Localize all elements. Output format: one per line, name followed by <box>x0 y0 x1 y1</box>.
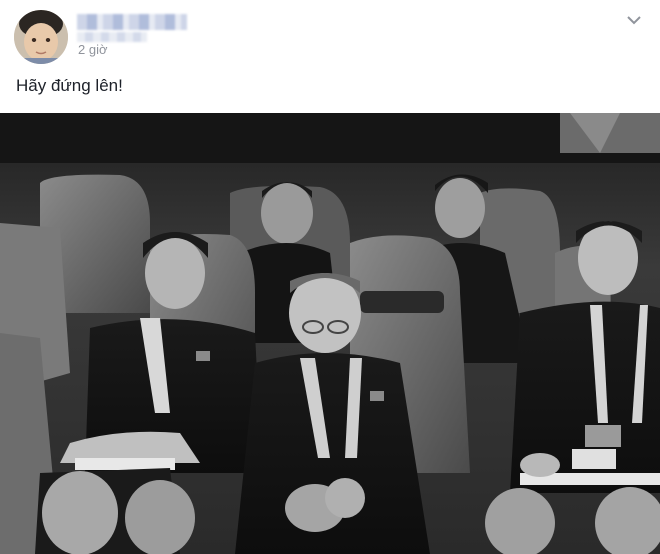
author-name-redacted-detail <box>77 32 147 42</box>
chevron-down-icon <box>627 15 641 24</box>
post-photo[interactable] <box>0 113 660 554</box>
post-timestamp[interactable]: 2 giờ <box>78 42 108 57</box>
feed-post: 2 giờ Hãy đứng lên! <box>0 0 660 554</box>
post-options-button[interactable] <box>626 12 642 28</box>
avatar[interactable] <box>14 10 68 64</box>
author-name-redacted[interactable] <box>77 14 187 30</box>
post-text: Hãy đứng lên! <box>16 76 123 95</box>
